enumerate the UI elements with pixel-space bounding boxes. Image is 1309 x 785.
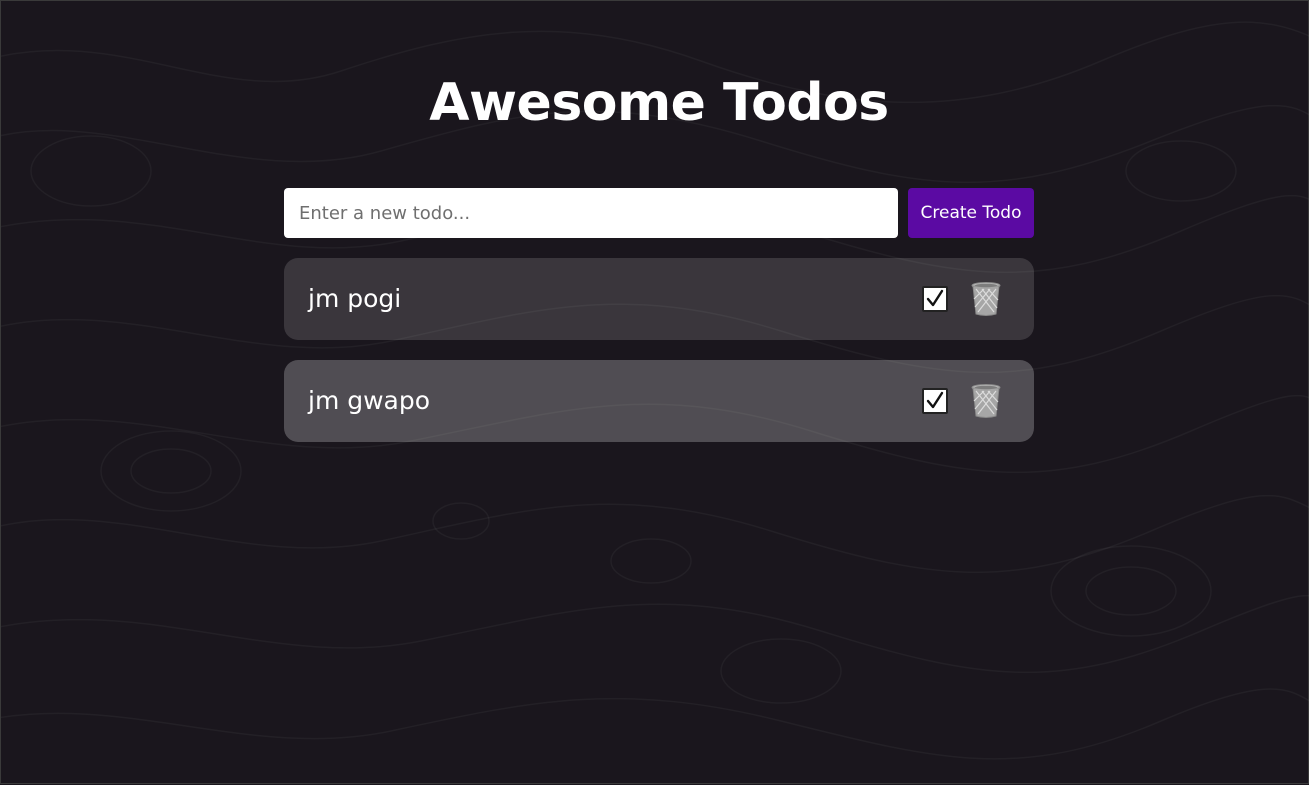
todo-item: jm pogi: [284, 258, 1034, 340]
trash-icon[interactable]: [970, 281, 1002, 317]
trash-icon[interactable]: [970, 383, 1002, 419]
page-title: Awesome Todos: [429, 73, 889, 133]
checkbox-checked-icon[interactable]: [922, 388, 948, 414]
todo-text: jm pogi: [308, 284, 402, 313]
new-todo-form: Create Todo: [284, 188, 1034, 238]
checkbox-checked-icon[interactable]: [922, 286, 948, 312]
create-todo-button[interactable]: Create Todo: [908, 188, 1034, 238]
new-todo-input[interactable]: [284, 188, 898, 238]
todo-item: jm gwapo: [284, 360, 1034, 442]
todo-text: jm gwapo: [308, 386, 431, 415]
